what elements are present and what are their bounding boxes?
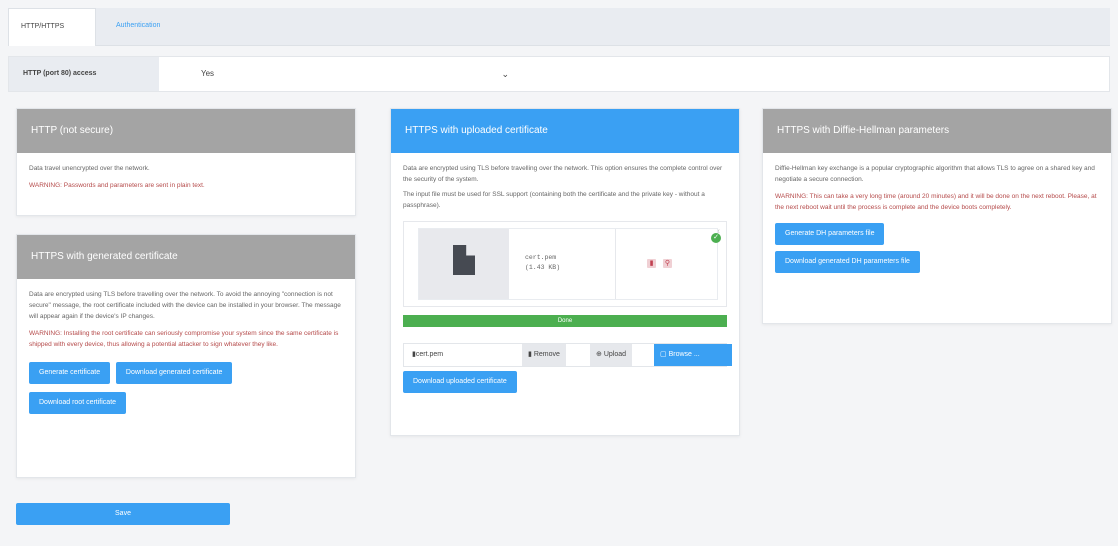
http-access-select[interactable]: Yes ⌄ [179, 57, 509, 91]
tab-authentication[interactable]: Authentication [104, 8, 172, 46]
tab-http-https[interactable]: HTTP/HTTPS [8, 8, 96, 46]
uploaded-panel-text-1: Data are encrypted using TLS before trav… [403, 165, 723, 183]
uploaded-panel-text-2: The input file must be used for SSL supp… [403, 191, 705, 209]
generate-certificate-button[interactable]: Generate certificate [29, 362, 111, 384]
preview-divider [615, 229, 616, 299]
file-thumbnail [419, 229, 509, 299]
file-size: (1.43 KB) [525, 264, 561, 271]
folder-icon: ▢ [660, 351, 667, 358]
generated-panel-warning: WARNING: Installing the root certificate… [29, 330, 339, 348]
zoom-icon[interactable]: ⚲ [663, 259, 672, 268]
file-name: cert.pem [525, 254, 557, 261]
dh-panel-title: HTTPS with Diffie-Hellman parameters [763, 109, 1111, 153]
file-info: cert.pem (1.43 KB) [525, 253, 560, 273]
uploaded-cert-panel: HTTPS with uploaded certificate Data are… [390, 108, 740, 436]
http-access-label: HTTP (port 80) access [9, 57, 159, 91]
http-panel-warning: WARNING: Passwords and parameters are se… [29, 182, 205, 189]
upload-icon: ⊕ [596, 351, 602, 358]
upload-button[interactable]: ⊕ Upload [590, 344, 633, 366]
file-preview-card: cert.pem (1.43 KB) ▮ ⚲ ✓ [418, 228, 721, 300]
download-generated-certificate-button[interactable]: Download generated certificate [115, 362, 233, 384]
file-preview: × cert.pem (1.43 KB) ▮ ⚲ ✓ [403, 221, 727, 307]
http-access-value: Yes [201, 69, 215, 78]
dh-panel-warning: WARNING: This can take a very long time … [775, 193, 1097, 211]
download-dh-button[interactable]: Download generated DH parameters file [775, 251, 920, 273]
upload-filename: ▮cert.pem [412, 351, 444, 358]
dh-panel: HTTPS with Diffie-Hellman parameters Dif… [762, 108, 1112, 324]
tab-bar: HTTP/HTTPS Authentication [8, 8, 1110, 46]
file-icon [453, 245, 475, 275]
generated-cert-panel: HTTPS with generated certificate Data ar… [16, 234, 356, 478]
uploaded-panel-title: HTTPS with uploaded certificate [391, 109, 739, 153]
generate-dh-button[interactable]: Generate DH parameters file [775, 223, 885, 245]
remove-button[interactable]: ▮ Remove [522, 344, 566, 366]
trash-icon[interactable]: ▮ [647, 259, 656, 268]
generated-panel-text: Data are encrypted using TLS before trav… [29, 291, 341, 320]
check-icon: ✓ [711, 233, 721, 243]
http-panel-title: HTTP (not secure) [17, 109, 355, 153]
http-access-row: HTTP (port 80) access Yes ⌄ [8, 56, 1110, 92]
http-panel: HTTP (not secure) Data travel unencrypte… [16, 108, 356, 216]
download-root-certificate-button[interactable]: Download root certificate [29, 392, 127, 414]
generated-panel-title: HTTPS with generated certificate [17, 235, 355, 279]
dh-panel-text: Diffie-Hellman key exchange is a popular… [775, 165, 1095, 183]
http-panel-text: Data travel unencrypted over the network… [29, 165, 150, 172]
trash-small-icon: ▮ [528, 351, 532, 358]
save-button[interactable]: Save [16, 503, 230, 525]
chevron-down-icon: ⌄ [501, 69, 509, 79]
file-upload-group: ▮cert.pem ▮ Remove ⊕ Upload ▢ Browse ... [403, 343, 732, 367]
download-uploaded-certificate-button[interactable]: Download uploaded certificate [403, 371, 517, 393]
browse-button[interactable]: ▢ Browse ... [654, 344, 732, 366]
upload-progress-bar: Done [403, 315, 727, 327]
upload-progress-fill: Done [403, 315, 727, 327]
